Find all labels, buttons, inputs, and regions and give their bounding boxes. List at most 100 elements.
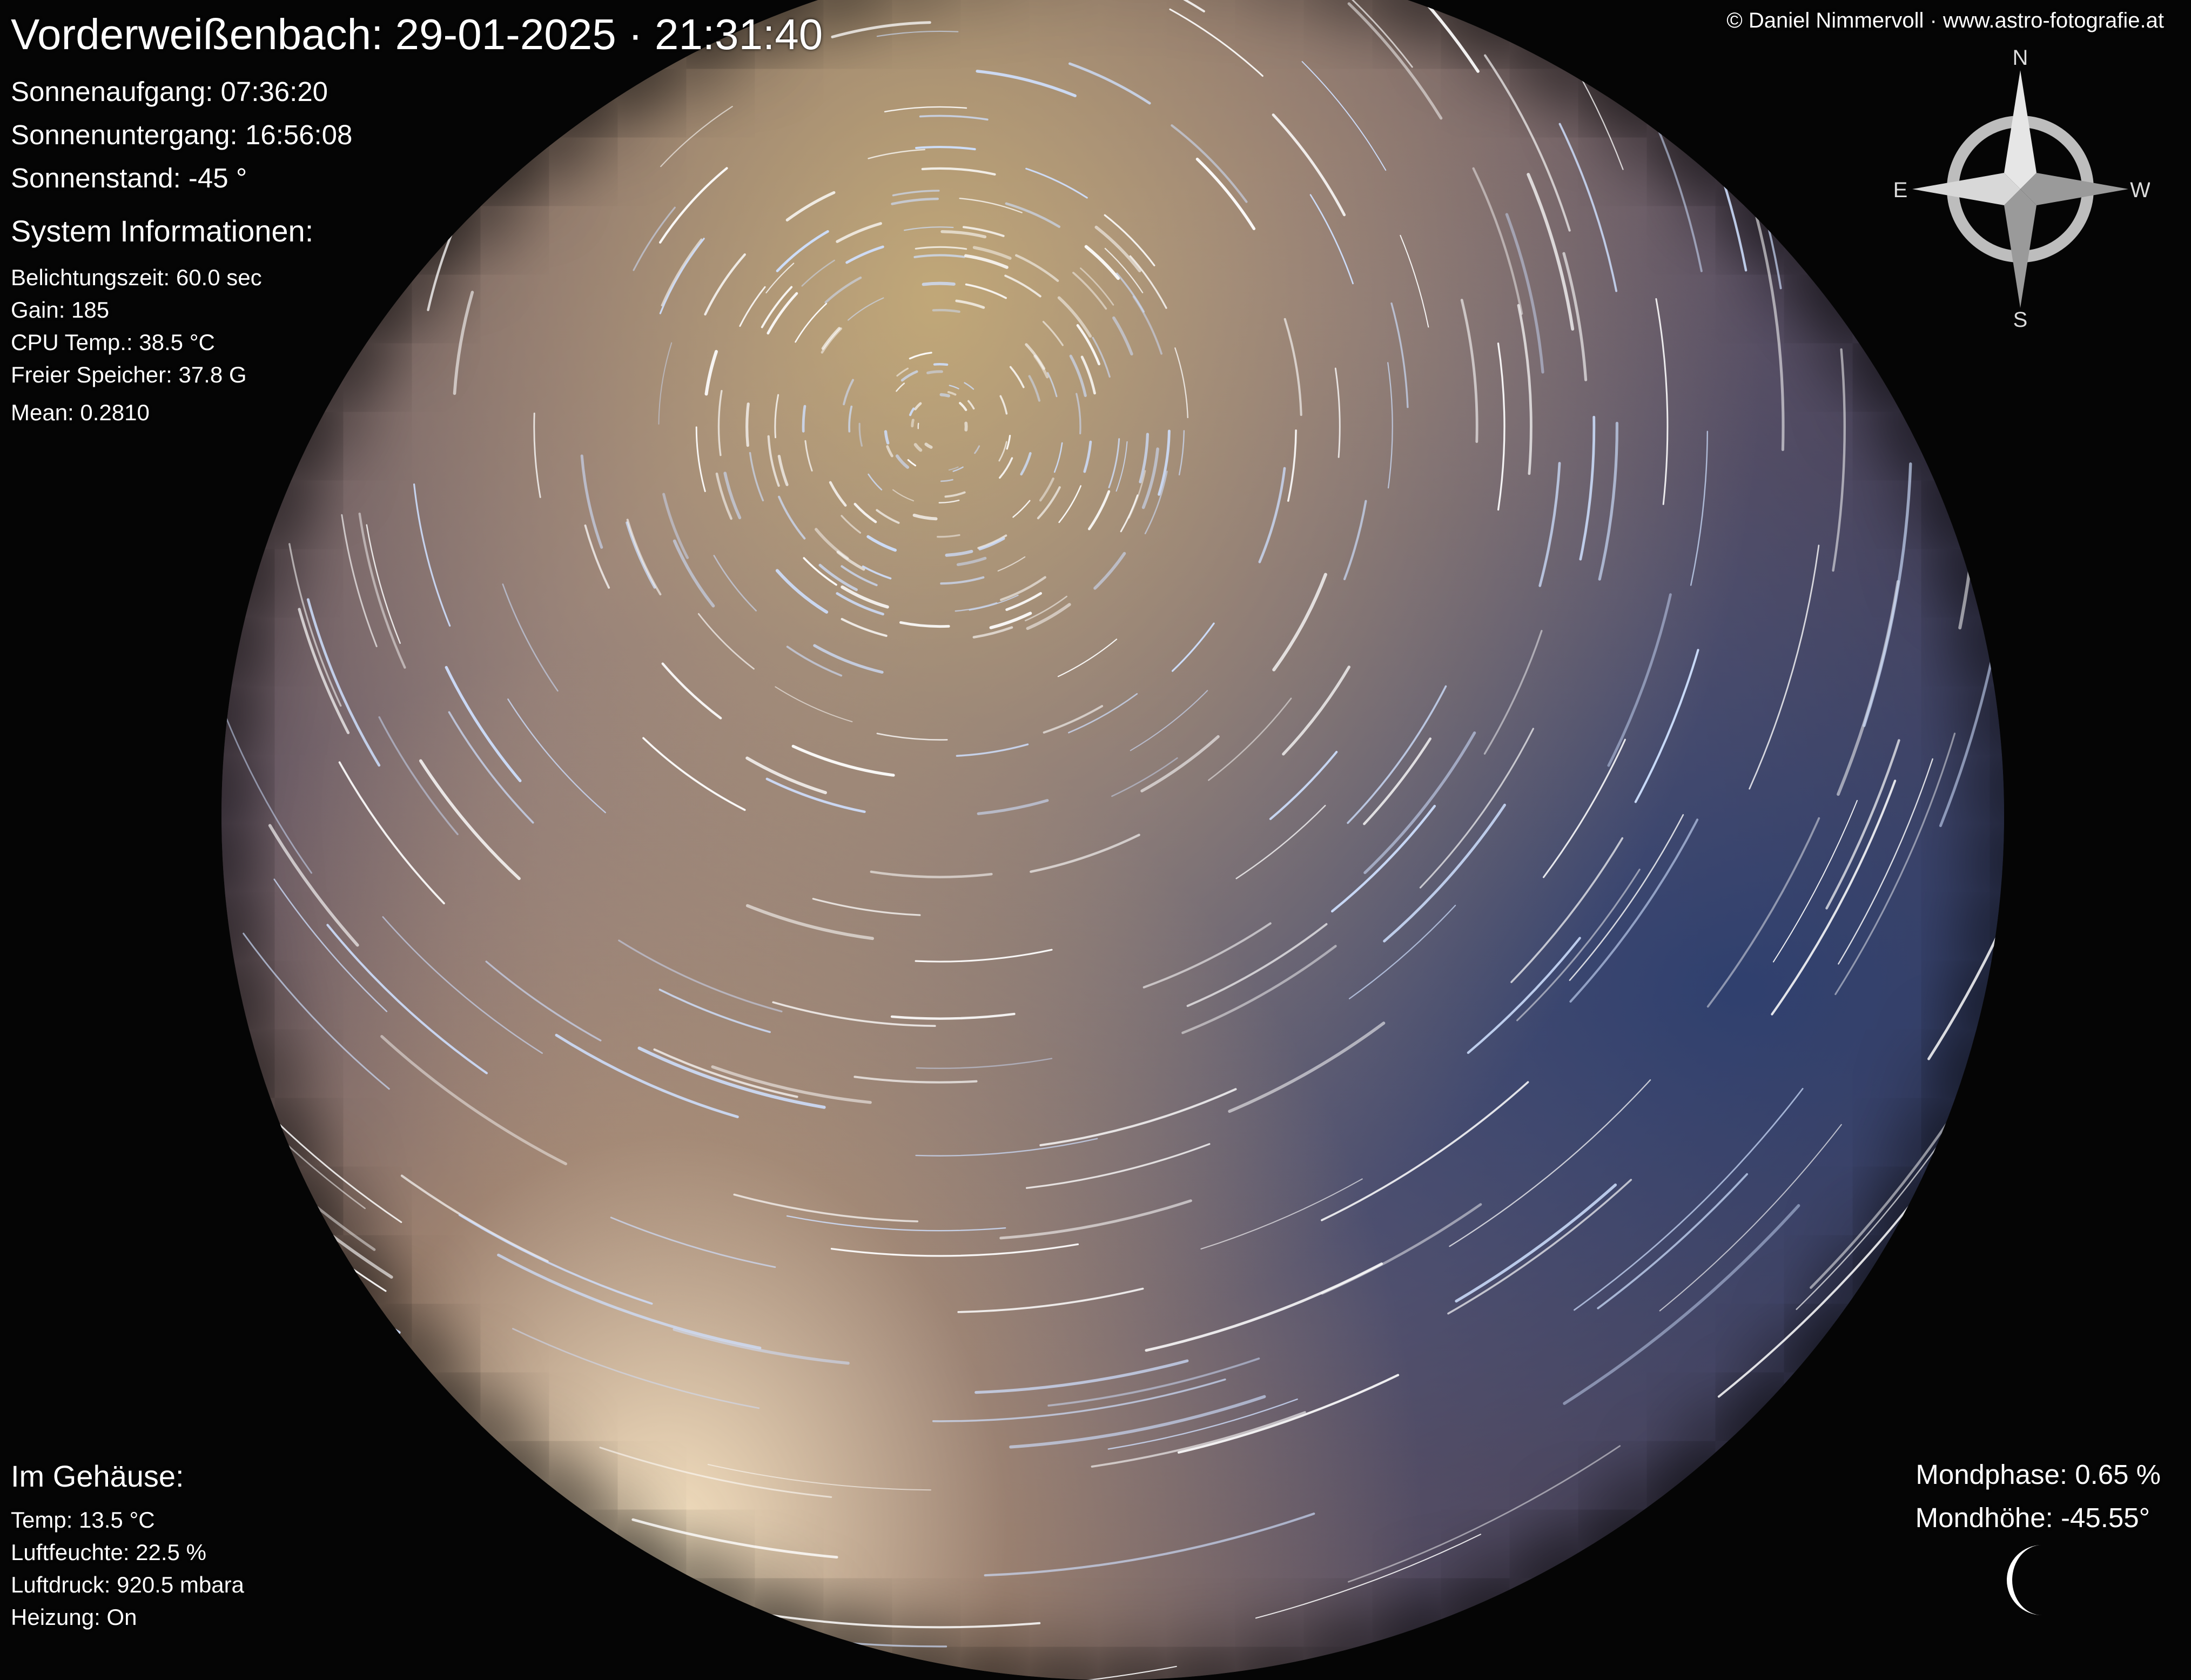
star-trail bbox=[788, 647, 842, 675]
star-trail bbox=[974, 247, 1010, 258]
star-trail bbox=[327, 925, 487, 1073]
free-storage-text: Freier Speicher: 37.8 G bbox=[11, 362, 247, 388]
star-trail bbox=[275, 307, 286, 483]
star-trail bbox=[958, 558, 985, 565]
star-trail bbox=[383, 917, 542, 1053]
star-trail bbox=[796, 304, 826, 342]
star-trail bbox=[889, 1666, 1177, 1680]
star-trail bbox=[611, 1218, 775, 1267]
star-trail bbox=[663, 664, 721, 718]
star-trail bbox=[660, 168, 727, 242]
star-trail bbox=[221, 1132, 392, 1277]
star-trail bbox=[342, 515, 377, 646]
star-trail bbox=[965, 383, 973, 389]
star-trail bbox=[1392, 304, 1408, 407]
star-trail bbox=[908, 460, 915, 466]
star-trail bbox=[837, 224, 881, 242]
star-trail bbox=[859, 424, 862, 446]
star-trail bbox=[939, 500, 959, 502]
star-trail bbox=[499, 1255, 760, 1348]
star-trail bbox=[999, 442, 1007, 461]
star-trail bbox=[1260, 468, 1285, 562]
star-trail bbox=[1016, 256, 1058, 281]
star-trail bbox=[354, 83, 411, 192]
star-trail bbox=[975, 446, 979, 453]
star-trail bbox=[1334, 0, 1412, 67]
star-trail bbox=[892, 1014, 1014, 1019]
star-trail bbox=[1005, 275, 1040, 296]
enclosure-temp-text: Temp: 13.5 °C bbox=[11, 1507, 155, 1533]
star-trail bbox=[826, 278, 861, 303]
star-trail bbox=[978, 801, 1047, 814]
star-trail bbox=[869, 474, 882, 490]
star-trail bbox=[1750, 546, 1819, 789]
star-trail bbox=[1468, 938, 1580, 1053]
compass-north-label: N bbox=[2013, 49, 2028, 70]
star-trail bbox=[1274, 575, 1326, 670]
star-trail bbox=[910, 353, 931, 359]
star-trail bbox=[1929, 790, 2005, 1059]
star-trail bbox=[1208, 698, 1291, 781]
star-trail bbox=[969, 401, 974, 408]
star-trail bbox=[904, 227, 953, 230]
star-trail bbox=[1197, 159, 1254, 229]
star-trail bbox=[1719, 1170, 1937, 1396]
star-trail bbox=[1179, 431, 1184, 475]
star-trail bbox=[1528, 174, 1572, 329]
star-trail bbox=[950, 386, 959, 389]
star-trail bbox=[1000, 396, 1006, 413]
star-trail bbox=[885, 107, 966, 112]
star-trail bbox=[1564, 1206, 1799, 1403]
star-trail bbox=[928, 372, 942, 373]
star-trail bbox=[1011, 367, 1024, 387]
sun-position-text: Sonnenstand: -45 ° bbox=[11, 162, 247, 194]
star-trail bbox=[966, 256, 1007, 267]
sunset-text: Sonnenuntergang: 16:56:08 bbox=[11, 119, 352, 151]
star-trail bbox=[1656, 299, 1668, 504]
star-trail bbox=[274, 879, 387, 1012]
star-trail bbox=[1349, 4, 1441, 118]
star-trail bbox=[779, 456, 787, 485]
star-trail bbox=[933, 310, 959, 312]
star-trail bbox=[847, 247, 883, 263]
star-trail bbox=[1040, 1089, 1235, 1145]
star-trail bbox=[414, 485, 450, 626]
star-trail bbox=[957, 301, 984, 307]
star-trail bbox=[508, 699, 605, 812]
star-trail bbox=[888, 447, 892, 456]
star-trail bbox=[1025, 596, 1066, 621]
star-trail bbox=[447, 67, 507, 156]
star-trail bbox=[1040, 479, 1053, 500]
star-trail bbox=[221, 688, 312, 873]
star-trail bbox=[933, 1380, 1225, 1421]
star-trail bbox=[942, 232, 985, 237]
star-trail bbox=[1175, 348, 1188, 418]
star-trail bbox=[661, 106, 732, 166]
star-trail bbox=[842, 516, 860, 533]
star-trail bbox=[1000, 458, 1012, 478]
exposure-text: Belichtungszeit: 60.0 sec bbox=[11, 265, 262, 291]
star-trail bbox=[793, 746, 893, 775]
star-trail bbox=[1565, 50, 1623, 169]
star-trail bbox=[1400, 236, 1428, 327]
star-trail bbox=[1838, 759, 1932, 964]
star-trail bbox=[863, 567, 891, 579]
star-trail bbox=[941, 395, 949, 396]
star-trail bbox=[1285, 319, 1301, 415]
star-trail bbox=[775, 687, 852, 722]
star-trail bbox=[1006, 204, 1059, 227]
star-trail bbox=[1838, 582, 1898, 795]
star-trail bbox=[855, 504, 876, 522]
star-trail bbox=[1089, 492, 1108, 529]
star-trail bbox=[1068, 694, 1137, 733]
star-trail bbox=[787, 193, 834, 220]
star-trail bbox=[787, 1216, 1005, 1231]
star-trail bbox=[1044, 322, 1063, 345]
star-trail bbox=[768, 293, 797, 333]
star-trail bbox=[382, 1037, 566, 1164]
star-trail bbox=[600, 1448, 831, 1497]
star-trails bbox=[221, 0, 2004, 1680]
star-trail bbox=[830, 482, 845, 506]
star-trail bbox=[1322, 1205, 1481, 1294]
star-trail bbox=[241, 1271, 437, 1401]
